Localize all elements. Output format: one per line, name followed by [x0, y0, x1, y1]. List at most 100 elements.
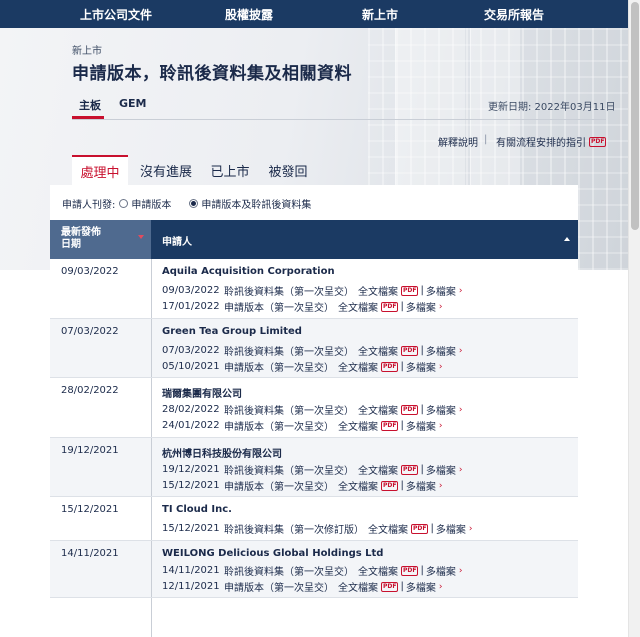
tab-listed[interactable]: 已上市: [206, 155, 254, 185]
link-separator: |: [420, 345, 424, 356]
full-document-link[interactable]: 全文檔案: [338, 359, 378, 374]
nav-new-listings[interactable]: 新上市: [360, 6, 400, 23]
tab-processing[interactable]: 處理中: [72, 155, 128, 185]
top-navigation: 上市公司文件 股權披露 新上市 交易所報告: [0, 0, 628, 28]
chevron-right-icon: ›: [458, 404, 463, 415]
row-date: 19/12/2021: [61, 445, 119, 456]
link-separator: |: [420, 464, 424, 475]
filing-date: 12/11/2021: [162, 581, 220, 592]
filing-type: 申請版本（第一次呈交）: [224, 422, 334, 433]
sort-descending-icon: [138, 235, 144, 239]
full-document-link[interactable]: 全文檔案: [358, 402, 398, 417]
updated-date: 更新日期: 2022年03月11日: [488, 102, 616, 113]
chevron-right-icon: ›: [438, 581, 443, 592]
pdf-icon: PDF: [589, 136, 607, 147]
full-document-link[interactable]: 全文檔案: [358, 343, 398, 358]
filing-type: 聆訊後資料集（第一次呈交）: [224, 406, 354, 417]
filing-entry: 14/11/2021 聆訊後資料集（第一次呈交） 全文檔案 PDF | 多檔案 …: [162, 563, 462, 578]
radio-application-and-phip[interactable]: [189, 199, 199, 208]
explanation-link[interactable]: 解釋說明: [438, 134, 478, 149]
filing-entry: 12/11/2021 申請版本（第一次呈交） 全文檔案 PDF | 多檔案 ›: [162, 579, 442, 594]
filter-option-application-and-phip[interactable]: 申請版本及聆訊後資料集: [201, 196, 311, 211]
filing-type: 聆訊後資料集（第一次呈交）: [224, 287, 354, 298]
company-name: 瑞爾集團有限公司: [162, 389, 242, 400]
full-document-link[interactable]: 全文檔案: [338, 418, 378, 433]
table-row: 19/12/2021 杭州博日科技股份有限公司 19/12/2021 聆訊後資料…: [50, 438, 578, 497]
column-header-applicant[interactable]: 申請人: [162, 233, 192, 248]
filing-entry: 15/12/2021 聆訊後資料集（第一次修訂版） 全文檔案 PDF | 多檔案…: [162, 521, 472, 536]
chevron-right-icon: ›: [458, 464, 463, 475]
pdf-icon: PDF: [381, 420, 399, 431]
multiple-files-link[interactable]: 多檔案: [406, 299, 436, 314]
full-document-link[interactable]: 全文檔案: [358, 283, 398, 298]
filing-type: 聆訊後資料集（第一次修訂版）: [224, 525, 364, 536]
column-divider: [151, 319, 152, 377]
multiple-files-link[interactable]: 多檔案: [426, 563, 456, 578]
full-document-link[interactable]: 全文檔案: [368, 521, 408, 536]
row-date: 15/12/2021: [61, 504, 119, 515]
multiple-files-link[interactable]: 多檔案: [426, 343, 456, 358]
link-separator: |: [400, 581, 404, 592]
tab-inactive[interactable]: 沒有進展: [138, 155, 194, 185]
filter-option-application-proof[interactable]: 申請版本: [131, 196, 171, 211]
filing-type: 申請版本（第一次呈交）: [224, 303, 334, 314]
multiple-files-link[interactable]: 多檔案: [426, 462, 456, 477]
table-header: 最新發佈 日期 申請人: [50, 220, 578, 259]
filing-type: 聆訊後資料集（第一次呈交）: [224, 466, 354, 477]
pdf-icon: PDF: [381, 480, 399, 491]
multiple-files-link[interactable]: 多檔案: [426, 402, 456, 417]
multiple-files-link[interactable]: 多檔案: [406, 359, 436, 374]
filing-type: 聆訊後資料集（第一次呈交）: [224, 567, 354, 578]
pdf-icon: PDF: [401, 565, 419, 576]
nav-disclosure-of-interests[interactable]: 股權披露: [225, 6, 273, 23]
column-header-date[interactable]: 最新發佈 日期: [50, 220, 151, 259]
chevron-right-icon: ›: [438, 361, 443, 372]
breadcrumb[interactable]: 新上市: [72, 42, 102, 57]
table-row: 07/03/2022 Green Tea Group Limited 07/03…: [50, 319, 578, 378]
chevron-right-icon: ›: [468, 523, 473, 534]
chevron-right-icon: ›: [458, 565, 463, 576]
full-document-link[interactable]: 全文檔案: [338, 478, 378, 493]
tab-returned[interactable]: 被發回: [264, 155, 312, 185]
link-separator: |: [400, 480, 404, 491]
filing-date: 07/03/2022: [162, 345, 220, 356]
chevron-right-icon: ›: [458, 345, 463, 356]
process-guide-link[interactable]: 有關流程安排的指引 PDF: [496, 134, 607, 149]
multiple-files-link[interactable]: 多檔案: [406, 418, 436, 433]
nav-listed-company-documents[interactable]: 上市公司文件: [80, 6, 152, 23]
pdf-icon: PDF: [411, 523, 429, 534]
radio-application-proof[interactable]: [119, 199, 129, 208]
scrollbar-thumb[interactable]: [631, 2, 639, 230]
filing-date: 15/12/2021: [162, 480, 220, 491]
filing-date: 09/03/2022: [162, 285, 220, 296]
filing-type: 聆訊後資料集（第一次呈交）: [224, 347, 354, 358]
multiple-files-link[interactable]: 多檔案: [406, 478, 436, 493]
company-name: Green Tea Group Limited: [162, 326, 302, 337]
multiple-files-link[interactable]: 多檔案: [406, 579, 436, 594]
pdf-icon: PDF: [401, 285, 419, 296]
link-separator: |: [400, 420, 404, 431]
filing-entry: 17/01/2022 申請版本（第一次呈交） 全文檔案 PDF | 多檔案 ›: [162, 299, 442, 314]
filing-entry: 09/03/2022 聆訊後資料集（第一次呈交） 全文檔案 PDF | 多檔案 …: [162, 283, 462, 298]
full-document-link[interactable]: 全文檔案: [338, 299, 378, 314]
tab-main-board[interactable]: 主板: [79, 97, 101, 113]
row-date: 28/02/2022: [61, 385, 119, 396]
link-separator: |: [400, 301, 404, 312]
tab-gem[interactable]: GEM: [119, 97, 147, 110]
chevron-right-icon: ›: [458, 285, 463, 296]
full-document-link[interactable]: 全文檔案: [358, 462, 398, 477]
filing-date: 05/10/2021: [162, 361, 220, 372]
link-separator: |: [420, 404, 424, 415]
company-name: WEILONG Delicious Global Holdings Ltd: [162, 548, 384, 559]
vertical-scrollbar[interactable]: [628, 0, 640, 637]
full-document-link[interactable]: 全文檔案: [358, 563, 398, 578]
full-document-link[interactable]: 全文檔案: [338, 579, 378, 594]
multiple-files-link[interactable]: 多檔案: [426, 283, 456, 298]
sort-ascending-icon[interactable]: [564, 237, 570, 241]
filter-label: 申請人刊發:: [62, 200, 116, 211]
filing-date: 15/12/2021: [162, 523, 220, 534]
multiple-files-link[interactable]: 多檔案: [436, 521, 466, 536]
table-row: 28/02/2022 瑞爾集團有限公司 28/02/2022 聆訊後資料集（第一…: [50, 378, 578, 438]
row-date: 07/03/2022: [61, 326, 119, 337]
nav-exchange-reports[interactable]: 交易所報告: [482, 6, 546, 23]
